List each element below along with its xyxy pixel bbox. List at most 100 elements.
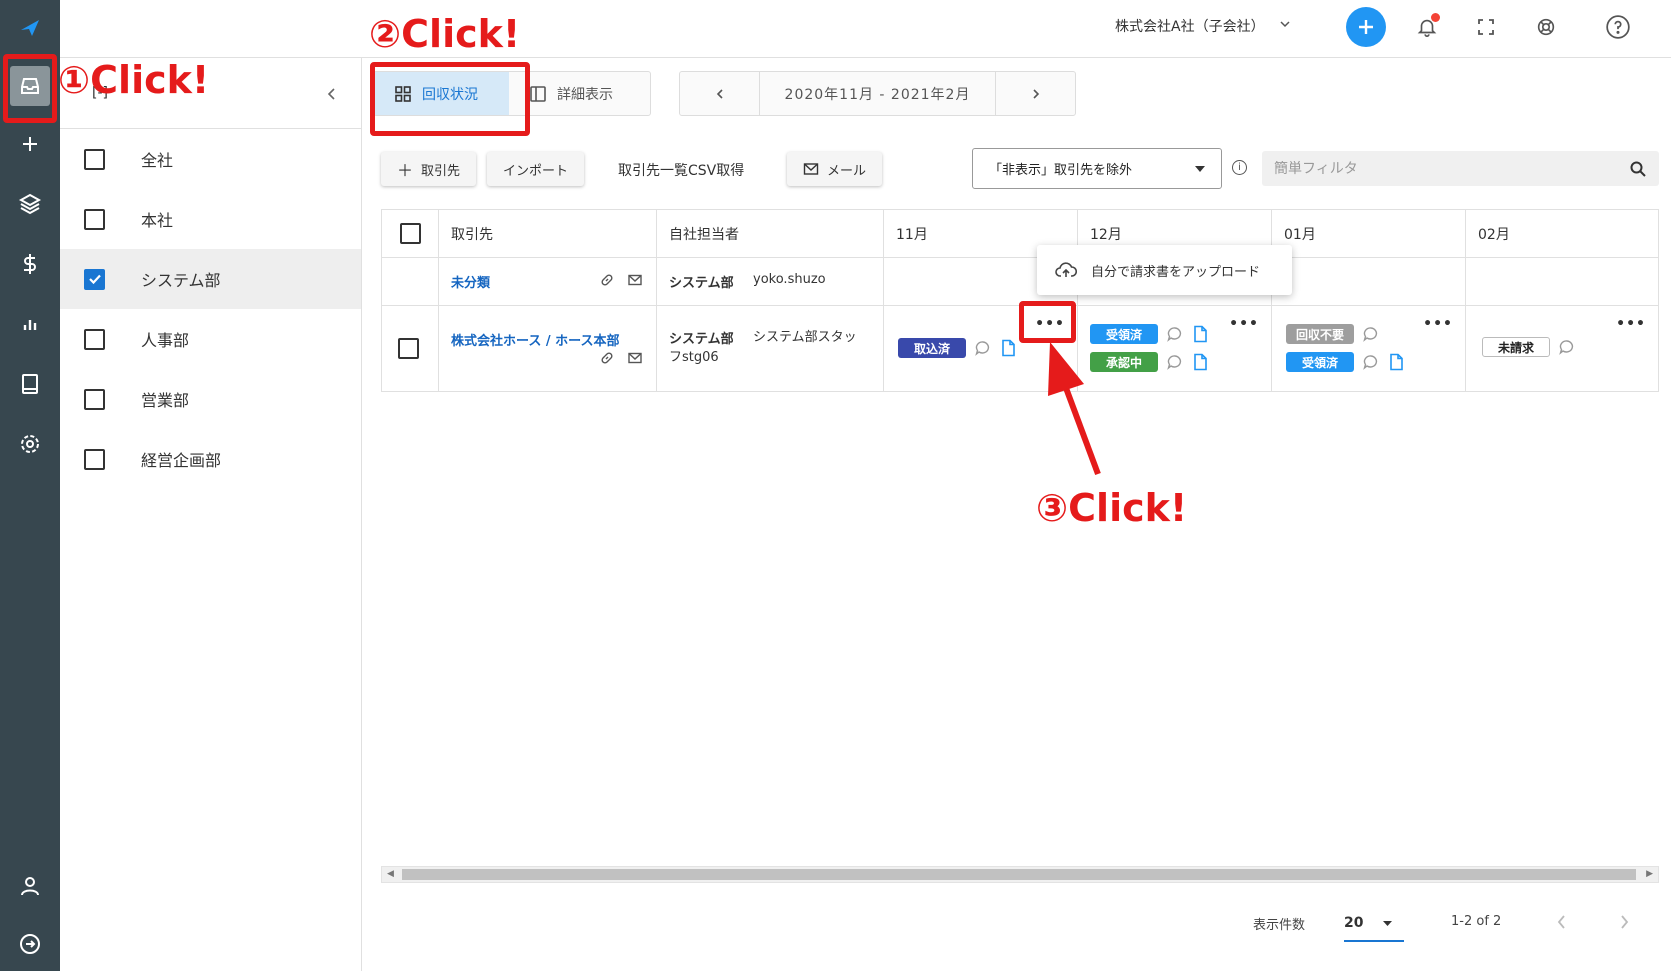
org-item-label: 営業部 <box>141 391 190 410</box>
chevron-right-icon <box>1032 88 1039 99</box>
upload-invoice-menu-item[interactable]: 自分で請求書をアップロード <box>1037 245 1292 295</box>
org-item-label: 人事部 <box>141 331 190 350</box>
checkbox-checked[interactable] <box>84 268 105 290</box>
help-icon[interactable] <box>1603 12 1633 42</box>
add-icon[interactable] <box>10 124 50 164</box>
document-icon[interactable] <box>1000 339 1016 357</box>
next-page-icon[interactable] <box>1618 914 1630 930</box>
add-partner-label: 取引先 <box>421 163 461 179</box>
checkbox[interactable] <box>84 148 105 170</box>
more-options-button[interactable]: ••• <box>1616 316 1646 332</box>
partner-link[interactable]: 未分類 <box>451 272 490 291</box>
comment-icon[interactable] <box>1362 353 1380 371</box>
search-input[interactable] <box>1274 160 1629 177</box>
user-icon[interactable] <box>10 866 50 906</box>
left-rail <box>0 0 60 971</box>
logout-icon[interactable] <box>10 924 50 964</box>
org-item-system[interactable]: システム部 <box>60 249 361 309</box>
add-partner-button[interactable]: ＋ 取引先 <box>381 152 477 186</box>
column-header[interactable]: 自社担当者 <box>657 210 884 257</box>
document-icon[interactable] <box>1192 353 1208 371</box>
checkbox[interactable] <box>84 208 105 230</box>
partner-link[interactable]: 株式会社ホース / ホース本部 <box>451 330 620 349</box>
status-badge[interactable]: 回収不要 <box>1286 324 1354 344</box>
owner-cell: システム部 yoko.shuzo <box>657 258 884 305</box>
owner-name: yoko.shuzo <box>753 272 826 287</box>
per-page-select[interactable]: 20 <box>1344 906 1404 942</box>
dropdown-arrow-icon <box>1195 165 1205 172</box>
column-header[interactable]: 02月 <box>1466 210 1658 257</box>
scroll-left-icon[interactable]: ◀ <box>387 869 394 879</box>
org-item-planning[interactable]: 経営企画部 <box>60 429 361 489</box>
status-badge[interactable]: 取込済 <box>898 338 966 358</box>
org-item-headquarters[interactable]: 本社 <box>60 189 361 249</box>
scrollbar-thumb[interactable] <box>402 869 1636 880</box>
hidden-filter-select[interactable]: 「非表示」取引先を除外 <box>972 148 1222 189</box>
create-button[interactable] <box>1346 7 1386 47</box>
org-item-label: 全社 <box>141 151 174 170</box>
checkbox[interactable] <box>84 328 105 350</box>
column-header[interactable]: 01月 <box>1272 210 1466 257</box>
org-item-label: 本社 <box>141 211 174 230</box>
mail-button[interactable]: メール <box>787 152 883 186</box>
mail-icon[interactable] <box>627 272 643 288</box>
status-badge[interactable]: 受領済 <box>1286 352 1354 372</box>
column-header[interactable]: 取引先 <box>439 210 657 257</box>
per-page-label: 表示件数 <box>1253 918 1306 933</box>
select-all-cell <box>382 210 439 257</box>
prev-page-icon[interactable] <box>1556 914 1568 930</box>
org-item-all[interactable]: 全社 <box>60 129 361 189</box>
app: 株式会社A社（子会社） [-] 全社 本社 システム部 人事部 営業部 経営企画… <box>0 0 1671 971</box>
comment-icon[interactable] <box>1558 338 1576 356</box>
more-options-button[interactable]: ••• <box>1423 316 1453 332</box>
info-icon[interactable]: i <box>1232 160 1247 175</box>
comment-icon[interactable] <box>974 339 992 357</box>
more-options-button[interactable]: ••• <box>1229 316 1259 332</box>
org-item-sales[interactable]: 営業部 <box>60 369 361 429</box>
search-icon[interactable] <box>1629 160 1647 178</box>
next-period-button[interactable] <box>995 72 1075 115</box>
row-checkbox[interactable] <box>398 338 419 359</box>
collapse-chevron-icon[interactable] <box>322 84 342 104</box>
chart-icon[interactable] <box>10 304 50 344</box>
horizontal-scrollbar[interactable]: ◀ ▶ <box>381 866 1659 883</box>
fullscreen-icon[interactable] <box>1471 12 1501 42</box>
select-all-checkbox[interactable] <box>399 223 421 244</box>
link-icon[interactable] <box>599 272 615 288</box>
document-icon[interactable] <box>1192 325 1208 343</box>
date-range-label: 2020年11月 - 2021年2月 <box>784 86 971 103</box>
upload-invoice-label: 自分で請求書をアップロード <box>1091 264 1261 280</box>
annotation-step2: ②Click! <box>369 12 521 56</box>
settings-icon[interactable] <box>10 424 50 464</box>
checkbox[interactable] <box>84 448 105 470</box>
org-sidebar: [-] 全社 本社 システム部 人事部 営業部 経営企画部 <box>60 58 362 971</box>
company-switcher[interactable]: 株式会社A社（子会社） <box>1115 16 1291 36</box>
import-label: インポート <box>503 163 569 179</box>
link-icon[interactable] <box>599 350 615 366</box>
logo-icon[interactable] <box>8 8 52 48</box>
scroll-right-icon[interactable]: ▶ <box>1646 869 1653 879</box>
csv-export-link[interactable]: 取引先一覧CSV取得 <box>618 160 744 180</box>
comment-icon[interactable] <box>1166 325 1184 343</box>
mail-icon[interactable] <box>627 350 643 366</box>
import-button[interactable]: インポート <box>487 152 585 186</box>
book-icon[interactable] <box>10 364 50 404</box>
support-icon[interactable] <box>1531 12 1561 42</box>
month-cell <box>1272 258 1466 305</box>
checkbox[interactable] <box>84 388 105 410</box>
quick-filter <box>1262 151 1659 186</box>
layers-icon[interactable] <box>10 184 50 224</box>
dropdown-arrow-icon <box>1383 920 1393 926</box>
org-item-hr[interactable]: 人事部 <box>60 309 361 369</box>
comment-icon[interactable] <box>1362 325 1380 343</box>
org-item-label: 経営企画部 <box>141 451 222 470</box>
annotation-arrow-icon <box>1048 342 1101 476</box>
bell-icon[interactable] <box>1412 12 1442 42</box>
comment-icon[interactable] <box>1166 353 1184 371</box>
document-icon[interactable] <box>1388 353 1404 371</box>
dollar-icon[interactable] <box>10 244 50 284</box>
table-row: 未分類 システム部 yoko.shuzo <box>382 258 1658 306</box>
tab-label: 詳細表示 <box>557 86 613 103</box>
prev-period-button[interactable] <box>680 72 760 115</box>
status-badge[interactable]: 未請求 <box>1482 337 1550 357</box>
